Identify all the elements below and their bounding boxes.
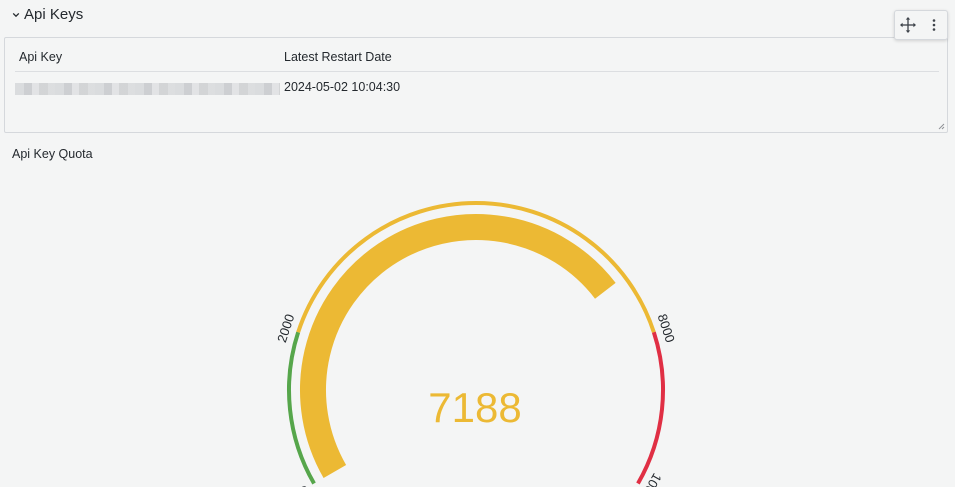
gauge-value: 7188 <box>428 384 521 431</box>
more-options-icon[interactable] <box>924 15 944 35</box>
gauge-value-fill <box>300 214 616 478</box>
gauge-tick-label: 8000 <box>655 312 678 344</box>
threshold-arc-2 <box>636 331 665 485</box>
gauge-chart: 02000800010000 7188 <box>274 200 678 487</box>
move-icon[interactable] <box>898 15 918 35</box>
gauge-tick-label: 0 <box>294 483 311 487</box>
panel-header-menu <box>894 10 948 40</box>
gauge-tick-label: 2000 <box>274 312 297 344</box>
